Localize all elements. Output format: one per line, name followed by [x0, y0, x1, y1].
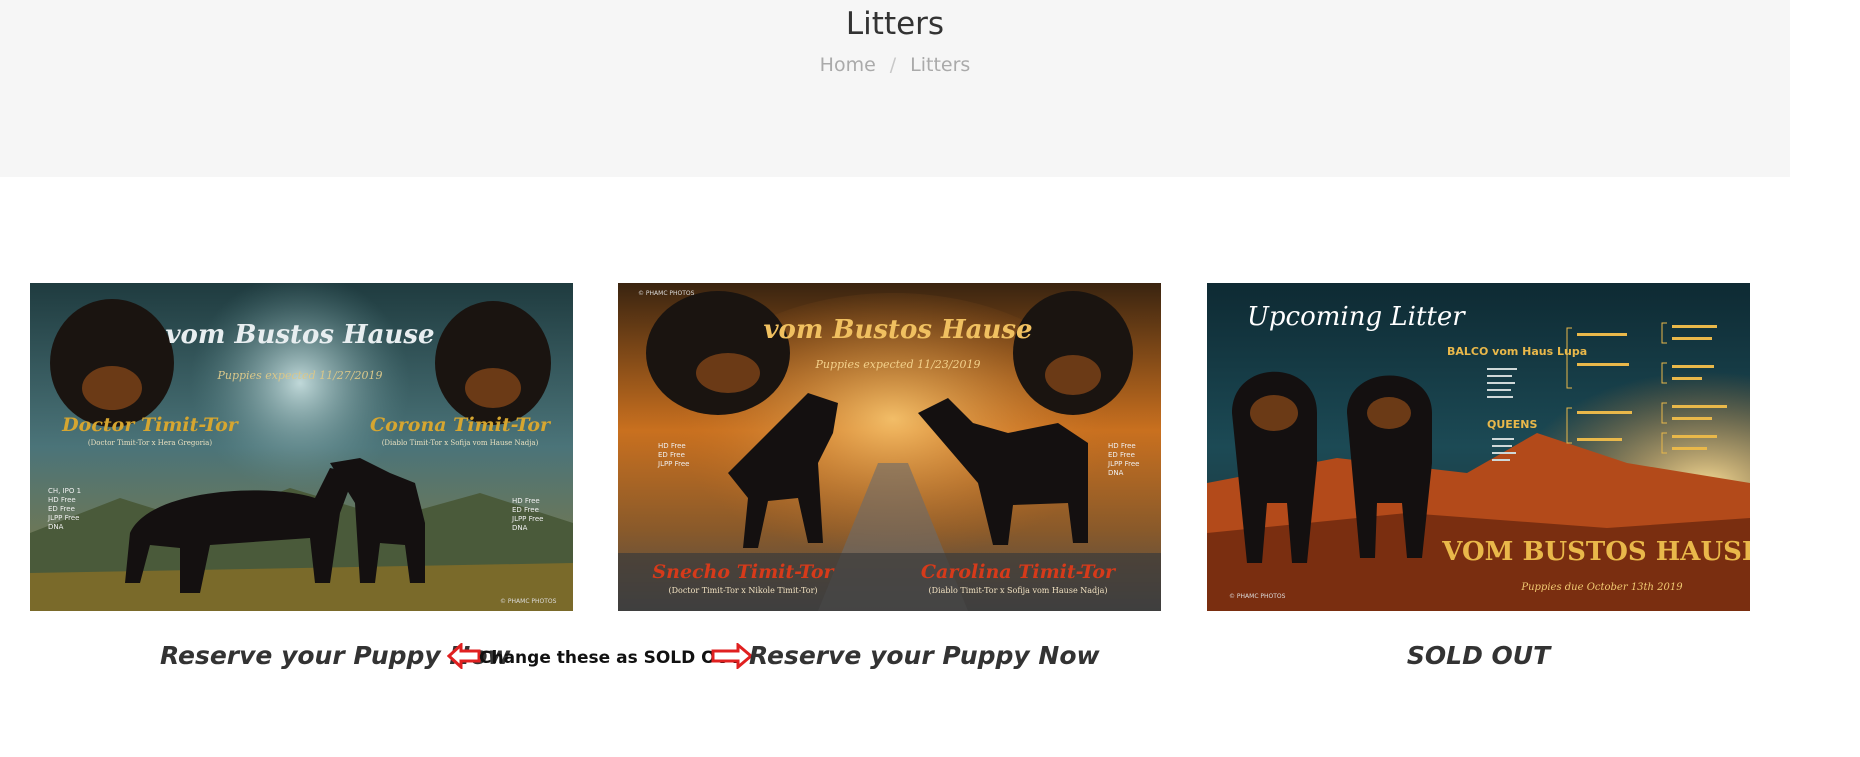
poster-1-kennel: vom Bustos Hause — [165, 320, 434, 350]
poster-2-dam-health-0: HD Free — [1108, 442, 1136, 450]
poster-1-sire: Doctor Timit-Tor — [61, 414, 240, 436]
poster-2-sire-health-2: JLPP Free — [657, 460, 690, 468]
poster-1-watermark: © PHAMC PHOTOS — [500, 598, 557, 605]
poster-2-dam-health-1: ED Free — [1108, 451, 1135, 459]
poster-1-sire-health-2: ED Free — [48, 505, 75, 513]
poster-2-watermark: © PHAMC PHOTOS — [638, 290, 695, 297]
poster-1-sire-parents: (Doctor Timit-Tor x Hera Gregoria) — [88, 439, 212, 447]
breadcrumb: Home / Litters — [0, 54, 1790, 76]
poster-2-sire-health-1: ED Free — [658, 451, 685, 459]
poster-1-sire-health-1: HD Free — [48, 496, 76, 504]
poster-1-sire-health-0: CH, IPO 1 — [48, 487, 81, 495]
breadcrumb-separator: / — [889, 54, 897, 76]
poster-1-dam: Corona Timit-Tor — [370, 414, 552, 436]
poster-2-sire: Snecho Timit-Tor — [652, 561, 835, 583]
poster-3-sire: BALCO vom Haus Lupa — [1447, 345, 1587, 358]
poster-1-dam-health-3: DNA — [512, 524, 528, 532]
litter-image-1[interactable]: vom Bustos Hause Puppies expected 11/27/… — [30, 283, 573, 611]
arrow-right-icon — [711, 643, 753, 669]
poster-2-sire-parents: (Doctor Timit-Tor x Nikole Timit-Tor) — [668, 586, 817, 595]
litter-poster-1: vom Bustos Hause Puppies expected 11/27/… — [30, 283, 573, 611]
breadcrumb-home-link[interactable]: Home — [820, 54, 876, 76]
poster-1-dam-health-1: ED Free — [512, 506, 539, 514]
breadcrumb-current: Litters — [910, 54, 971, 76]
poster-3-watermark: © PHAMC PHOTOS — [1229, 593, 1286, 600]
poster-1-sire-health-4: DNA — [48, 523, 64, 531]
poster-2-dam-parents: (Diablo Timit-Tor x Sofija vom Hause Nad… — [929, 586, 1108, 595]
poster-2-dam: Carolina Timit-Tor — [921, 561, 1117, 583]
poster-2-sire-health-0: HD Free — [658, 442, 686, 450]
litter-caption-3: SOLD OUT — [1406, 641, 1551, 670]
litter-image-3[interactable]: Upcoming Litter BALCO vom Haus Lupa QUEE… — [1207, 283, 1750, 611]
page-header: Litters Home / Litters — [0, 0, 1790, 177]
page-title: Litters — [845, 6, 945, 42]
poster-3-dam: QUEENS — [1487, 418, 1538, 431]
poster-2-dam-health-3: DNA — [1108, 469, 1124, 477]
litter-image-2[interactable]: vom Bustos Hause Puppies expected 11/23/… — [618, 283, 1161, 611]
poster-3-heading: Upcoming Litter — [1247, 302, 1466, 332]
poster-3-date: Puppies due October 13th 2019 — [1520, 582, 1683, 593]
poster-1-dam-health-0: HD Free — [512, 497, 540, 505]
litter-caption-2: Reserve your Puppy Now — [749, 641, 1100, 670]
poster-2-kennel: vom Bustos Hause — [763, 315, 1032, 345]
annotation-note: Change these as SOLD OUT — [479, 648, 742, 668]
poster-1-dam-health-2: JLPP Free — [511, 515, 544, 523]
poster-2-date: Puppies expected 11/23/2019 — [814, 358, 980, 371]
poster-1-dam-parents: (Diablo Timit-Tor x Sofija vom Hause Nad… — [382, 439, 539, 447]
poster-1-date: Puppies expected 11/27/2019 — [216, 369, 382, 382]
arrow-left-icon — [447, 643, 481, 669]
poster-2-dam-health-2: JLPP Free — [1107, 460, 1140, 468]
litter-poster-2: vom Bustos Hause Puppies expected 11/23/… — [618, 283, 1161, 611]
poster-1-sire-health-3: JLPP Free — [47, 514, 80, 522]
litter-poster-3: Upcoming Litter BALCO vom Haus Lupa QUEE… — [1207, 283, 1750, 611]
poster-3-kennel: VOM BUSTOS HAUSE — [1441, 537, 1750, 567]
